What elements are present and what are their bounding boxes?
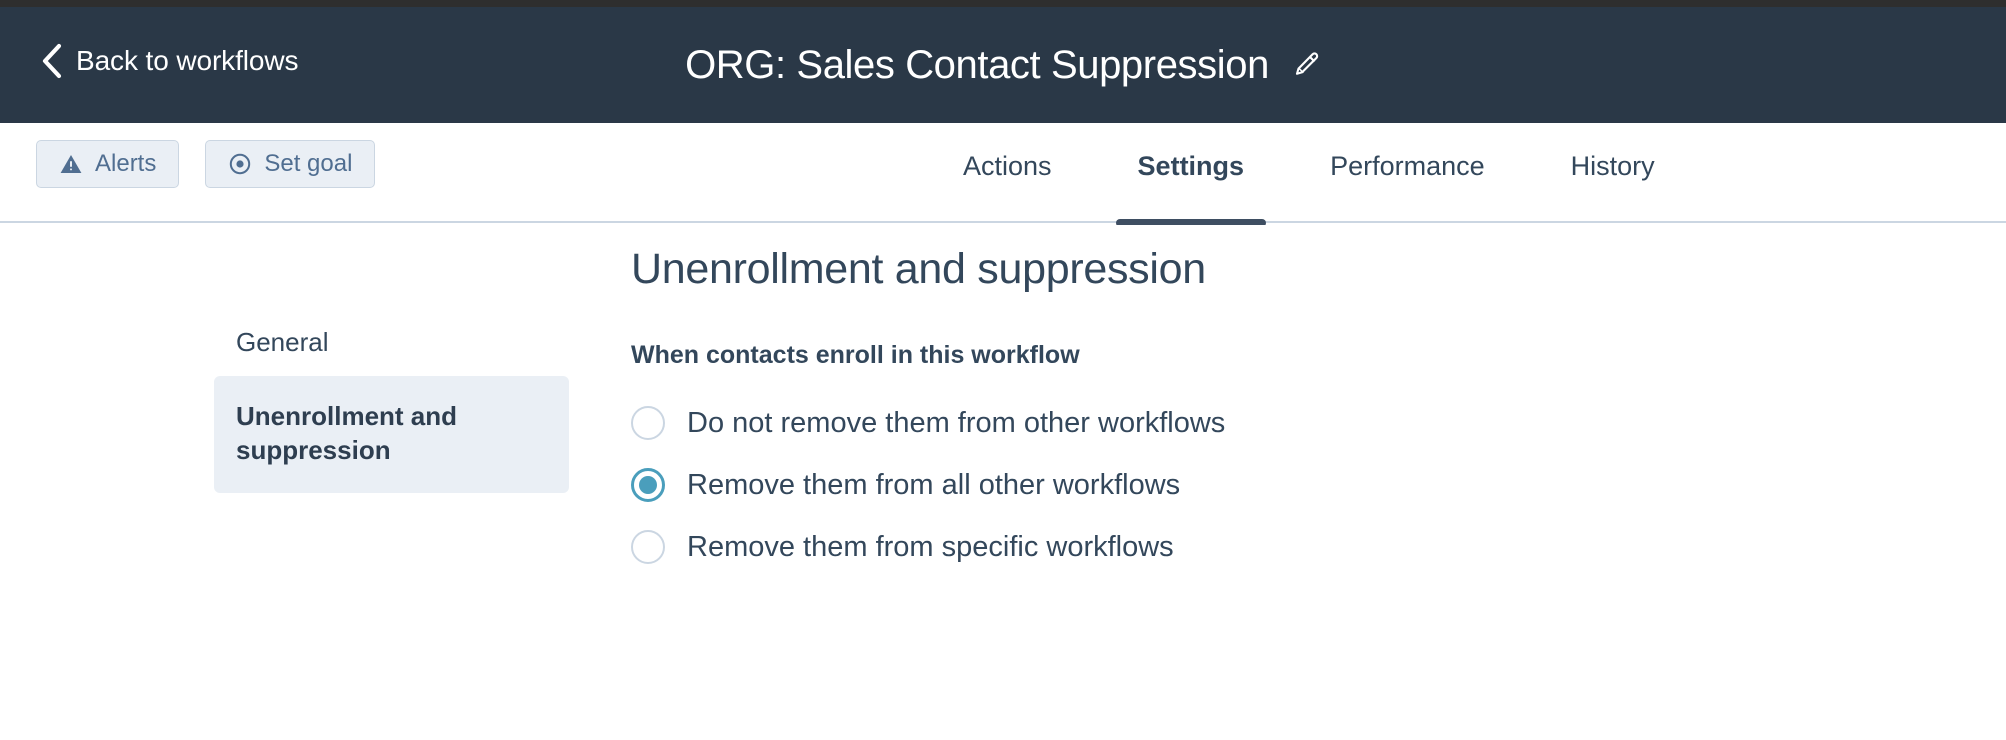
unenrollment-radio-group: Do not remove them from other workflows … (631, 392, 1731, 578)
pencil-icon[interactable] (1291, 50, 1321, 80)
section-subtitle: When contacts enroll in this workflow (631, 341, 1080, 369)
workflow-tabs: Actions Settings Performance History (920, 123, 1698, 227)
tab-actions[interactable]: Actions (920, 123, 1095, 223)
radio-indicator[interactable] (631, 406, 665, 440)
tab-settings[interactable]: Settings (1095, 123, 1288, 227)
unenrollment-settings-panel: Unenrollment and suppression When contac… (631, 225, 1731, 578)
browser-chrome-strip (0, 0, 2006, 7)
tab-history[interactable]: History (1528, 123, 1698, 223)
back-to-workflows-link[interactable]: Back to workflows (40, 43, 298, 79)
subnav-action-buttons: Alerts Set goal (36, 140, 376, 188)
radio-option-label: Do not remove them from other workflows (687, 406, 1226, 439)
set-goal-button-label: Set goal (264, 150, 353, 177)
target-icon (230, 153, 251, 175)
app-header: Back to workflows ORG: Sales Contact Sup… (0, 7, 2006, 123)
alerts-button-label: Alerts (95, 150, 157, 177)
settings-body: General Unenrollment and suppression Une… (0, 225, 2006, 740)
settings-side-nav: General Unenrollment and suppression (214, 310, 569, 494)
sidebar-item-unenrollment-and-suppression[interactable]: Unenrollment and suppression (214, 375, 569, 494)
radio-option-remove-specific[interactable]: Remove them from specific workflows (631, 516, 1731, 578)
alerts-button[interactable]: Alerts (36, 140, 180, 188)
page-title: Unenrollment and suppression (631, 245, 1206, 293)
tab-performance[interactable]: Performance (1287, 123, 1528, 223)
chevron-left-icon (42, 43, 62, 79)
workflow-title: ORG: Sales Contact Suppression (685, 42, 1269, 87)
back-to-workflows-label: Back to workflows (76, 45, 299, 76)
set-goal-button[interactable]: Set goal (205, 140, 376, 188)
radio-option-do-not-remove[interactable]: Do not remove them from other workflows (631, 392, 1731, 454)
radio-option-label: Remove them from all other workflows (687, 468, 1181, 501)
warning-triangle-icon (60, 155, 82, 173)
radio-option-label: Remove them from specific workflows (687, 530, 1174, 563)
radio-indicator[interactable] (631, 530, 665, 564)
workflow-title-group: ORG: Sales Contact Suppression (0, 7, 2006, 123)
workflow-subnav: Alerts Set goal Actions Settings Perform… (0, 123, 2006, 227)
sidebar-item-general[interactable]: General (214, 310, 569, 376)
radio-indicator-selected[interactable] (631, 468, 665, 502)
radio-option-remove-all[interactable]: Remove them from all other workflows (631, 454, 1731, 516)
